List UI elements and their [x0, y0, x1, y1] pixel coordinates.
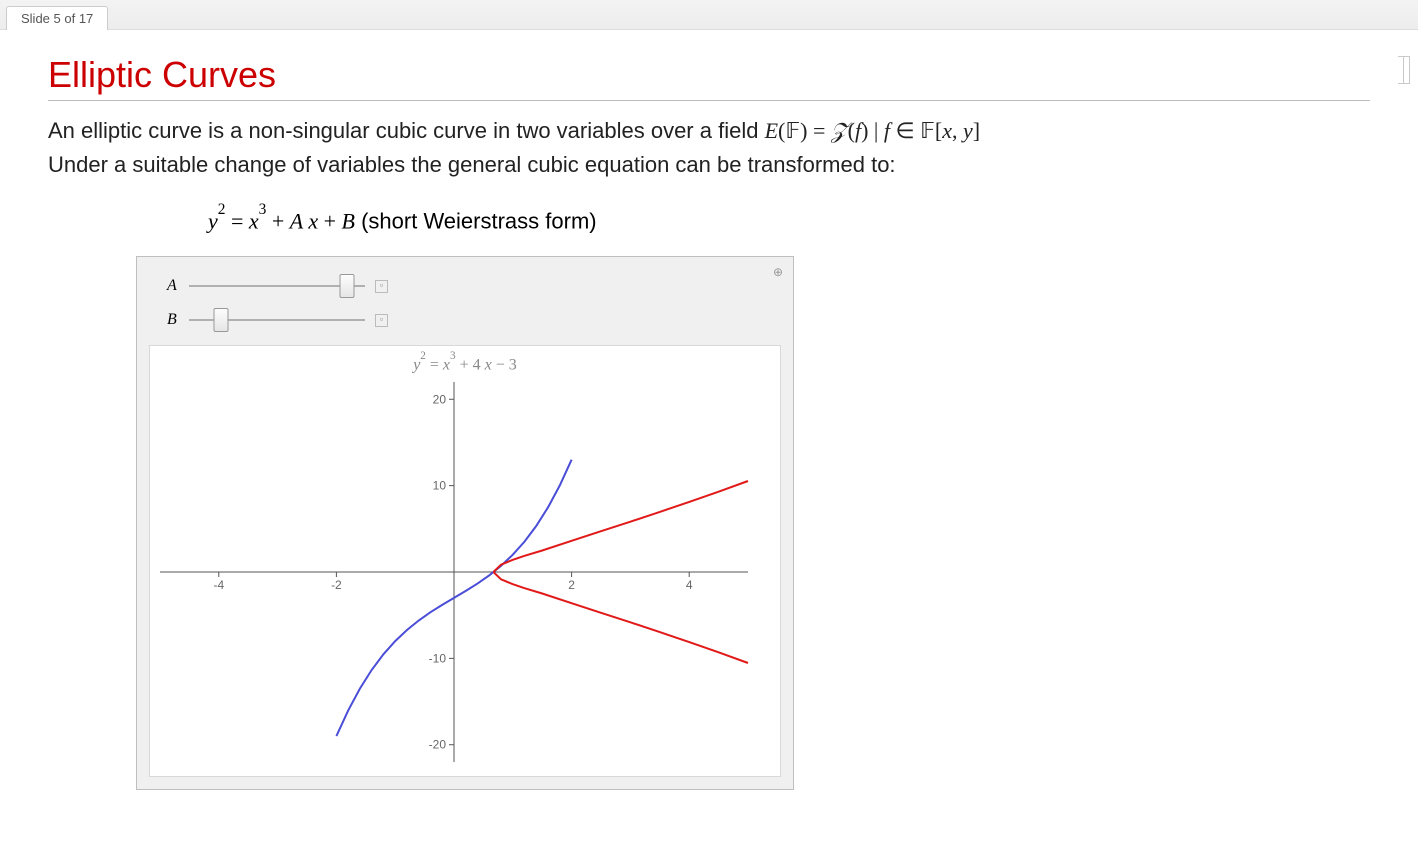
title-rule	[48, 100, 1370, 101]
body-line-1-math: E	[765, 118, 778, 143]
manipulate-panel: ⊕ A ▫ B ▫ y2 = x3 + 4 x − 3 -4 -2 2 4 -20 -10…	[136, 256, 794, 790]
plot-svg: -4 -2 2 4 -20 -10 10 20	[150, 376, 758, 768]
slider-label-B: B	[167, 311, 189, 329]
body-line-2: Under a suitable change of variables the…	[48, 149, 1370, 181]
slider-A[interactable]	[189, 275, 365, 297]
slider-thumb-A[interactable]	[340, 274, 355, 298]
body-line-1: An elliptic curve is a non-singular cubi…	[48, 115, 1370, 147]
svg-text:10: 10	[433, 479, 447, 493]
svg-text:-4: -4	[213, 578, 224, 592]
body-line-1-text: An elliptic curve is a non-singular cubi…	[48, 118, 765, 143]
svg-text:-2: -2	[331, 578, 342, 592]
panel-plus-icon[interactable]: ⊕	[773, 265, 783, 279]
slider-row-B: B ▫	[149, 303, 781, 337]
plot-area: y2 = x3 + 4 x − 3 -4 -2 2 4 -20 -10 10 20	[149, 345, 781, 777]
slide-content: Elliptic Curves An elliptic curve is a n…	[0, 30, 1418, 790]
slider-B[interactable]	[189, 309, 365, 331]
slide-title: Elliptic Curves	[48, 54, 1370, 96]
slide-tab-label: Slide 5 of 17	[21, 11, 93, 26]
slider-expand-A-icon[interactable]: ▫	[375, 280, 388, 293]
slide-tab[interactable]: Slide 5 of 17	[6, 6, 108, 30]
svg-text:20: 20	[433, 392, 447, 406]
svg-text:4: 4	[686, 578, 693, 592]
slider-label-A: A	[167, 277, 189, 295]
equation-block: y2 = x3 + A x + B (short Weierstrass for…	[208, 207, 1370, 234]
equation-annotation: (short Weierstrass form)	[361, 208, 597, 233]
tab-bar: Slide 5 of 17	[0, 0, 1418, 30]
slider-row-A: A ▫	[149, 269, 781, 303]
svg-text:-10: -10	[429, 651, 447, 665]
slider-expand-B-icon[interactable]: ▫	[375, 314, 388, 327]
svg-text:-20: -20	[429, 738, 447, 752]
slider-track	[189, 285, 365, 287]
svg-text:2: 2	[568, 578, 575, 592]
slider-thumb-B[interactable]	[213, 308, 228, 332]
plot-title: y2 = x3 + 4 x − 3	[150, 354, 780, 374]
